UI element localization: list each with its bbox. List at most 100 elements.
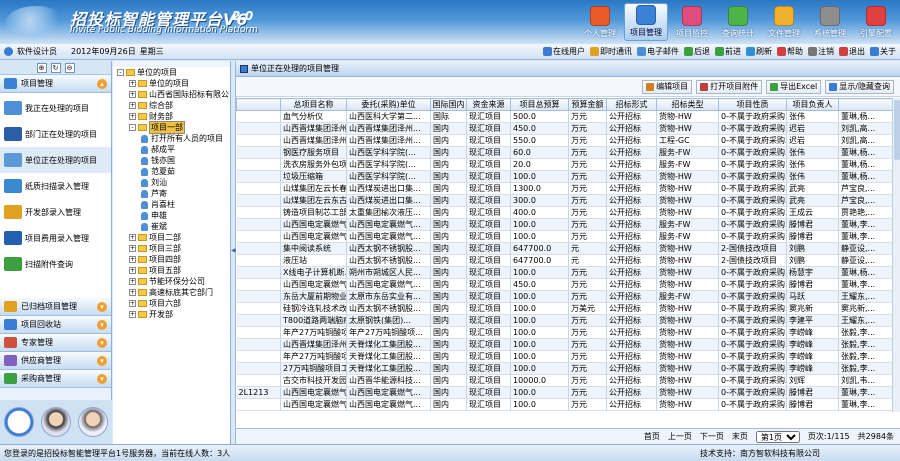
tree-node[interactable]: 打开所有人员的项目 [113,133,230,144]
expand-toggle-icon[interactable]: + [129,234,136,241]
tree-node[interactable]: 刘汕 [113,177,230,188]
table-row[interactable]: 液压站 山西太钢不锈钢股... 国内 现汇项目 647700.0 元公开招标 货物-HW 2-… [236,254,900,267]
nav-monitor[interactable]: 项目监控 [670,3,714,41]
table-row[interactable]: 山西国电定襄燃气...山西国电定襄燃气...国内现汇项目450.0万元公开招标货… [236,278,900,291]
collapse-icon[interactable]: ⊖ [64,62,75,73]
table-row[interactable]: 洗衣房服务外包项目山西医学科学院(...国内现汇项目20.0万元公开招标服务-F… [236,158,900,171]
menu-project-management[interactable]: 项目管理 ▴ [0,75,111,93]
tree-node[interactable]: + 高速标底其它部门 [113,287,230,298]
page-select[interactable]: 第1页 [755,430,800,443]
expand-toggle-icon[interactable]: + [129,289,136,296]
action-button[interactable]: 打开项目附件 [696,79,763,94]
tree-node[interactable]: - 项目一部 [113,121,230,134]
refresh-icon[interactable]: ↻ [50,62,61,73]
table-row[interactable]: T800道路两端脑瘤...太原钢铁(集团)...国内现汇项目100.0万元公开招… [236,314,900,327]
expand-toggle-icon[interactable]: + [129,102,136,109]
table-row[interactable]: 血气分析仪 山西医科大学第二... 国际 现汇项目 500.0 万元 公开招标 货物-HW 0-… [236,110,900,123]
tree-node[interactable]: + 项目四部 [113,254,230,265]
menu-item[interactable]: 供应商管理 ▾ [0,352,111,370]
sub-item[interactable]: 部门正在处理的项目 [0,121,111,147]
table-row[interactable]: 山煤集团左云长春...山西煤炭进出口集...国内现汇项目1300.0万元公开招标… [236,182,900,195]
menu-item[interactable]: 采购商管理 ▾ [0,370,111,388]
table-row[interactable]: 山煤集团左云东古...山西煤炭进出口集...国内现汇项目300.0万元公开招标货… [236,194,900,207]
quick-exit[interactable]: 退出 [837,46,867,57]
tree-node[interactable]: 申雄 [113,210,230,221]
expand-toggle-icon[interactable]: + [129,80,136,87]
column-header[interactable] [838,98,900,111]
expand-toggle-icon[interactable]: + [129,278,136,285]
column-header[interactable]: 预算金额 [568,98,607,111]
table-row[interactable]: 硅钢冷连轧技术改...山西太钢不锈钢股...国内现汇项目100.0万美元公开招标… [236,302,900,315]
tree-node[interactable]: 钱亦国 [113,155,230,166]
last-page-link[interactable]: 末页 [732,431,748,442]
action-button[interactable]: 显示/隐藏查询 [825,79,894,94]
quick-mail[interactable]: 电子邮件 [635,46,681,57]
table-row[interactable]: 集中阅读系统 山西太钢不锈钢股... 国内 现汇项目 647700.0 元公开招标 货物-H… [236,242,900,255]
table-row[interactable]: 山西国电定襄燃气...山西国电定襄燃气...国内现汇项目100.0万元公开招标货… [236,398,900,411]
quick-back[interactable]: 后退 [682,46,712,57]
vertical-scrollbar[interactable] [892,98,900,412]
quick-logout[interactable]: 注销 [806,46,836,57]
expand-toggle-icon[interactable]: + [129,300,136,307]
table-row[interactable]: 东岳大厦前期物业...太原市东岳实业有...国内现汇项目100.0万元公开招标服… [236,290,900,303]
table-row[interactable]: 年产27万吨铜酸项...天脊煤化工集团股...国内现汇项目100.0万元公开招标… [236,350,900,363]
tree-node[interactable]: + 项目二部 [113,232,230,243]
tree-node[interactable]: 郝成平 [113,144,230,155]
sub-item[interactable]: 纸质扫描录入管理 [0,173,111,199]
tree-node[interactable]: + 节能环保分公司 [113,276,230,287]
sub-item[interactable]: 单位正在处理的项目 [0,147,111,173]
table-row[interactable]: 古交市科技开发园...山西晋华能源科技...国内现汇项目10000.0万元公开招… [236,374,900,387]
expand-toggle-icon[interactable]: + [129,91,136,98]
table-row[interactable]: 山西晋煤集团泽州...山西晋煤集团泽州...国内现汇项目550.0万元公开招标工… [236,134,900,147]
sub-item[interactable]: 我正在处理的项目 [0,95,111,121]
table-row[interactable]: 垃圾压缩箱 山西医学科学院(... 国内 现汇项目 100.0 万元 公开招标 货物-HW 0-… [236,170,900,183]
next-page-link[interactable]: 下一页 [700,431,724,442]
nav-person[interactable]: 个人管理 [578,3,622,41]
column-header[interactable]: 招标形式 [606,98,657,111]
tree-node[interactable]: + 开发部 [113,309,230,320]
tree-node[interactable]: 肖喜柱 [113,199,230,210]
expand-toggle-icon[interactable]: + [129,256,136,263]
quick-users[interactable]: 在线用户 [541,46,587,57]
table-row[interactable]: 27万吨铜酸项目工...天脊煤化工集团股...国内现汇项目100.0万元公开招标… [236,362,900,375]
nav-tools[interactable]: 系统管理 [808,3,852,41]
menu-item[interactable]: 项目回收站 ▾ [0,316,111,334]
tree-node[interactable]: + 项目三部 [113,243,230,254]
tree-node[interactable]: + 项目六部 [113,298,230,309]
quick-refresh[interactable]: 刷新 [744,46,774,57]
tree-node[interactable]: + 综合部 [113,100,230,111]
sub-item[interactable]: 开发部录入管理 [0,199,111,225]
tree-node[interactable]: 崔斌 [113,221,230,232]
people-icon[interactable] [78,407,109,437]
table-row[interactable]: 铸造项目制芯工部...太重集团榆次液压...国内现汇项目400.0万元公开招标货… [236,206,900,219]
nav-project[interactable]: 项目管理 [624,3,668,41]
table-row[interactable]: 年产27万吨铜酸项...年产27万吨铜酸项...国内现汇项目100.0万元公开招… [236,326,900,339]
nav-folder[interactable]: 文件管理 [762,3,806,41]
column-header[interactable]: 项目性质 [718,98,787,111]
expand-toggle-icon[interactable]: - [129,124,136,131]
avatar-icon[interactable] [40,407,71,437]
nav-chart[interactable]: 查询统计 [716,3,760,41]
expand-toggle-icon[interactable]: + [129,113,136,120]
table-row[interactable]: 山西晋煤集团泽州...天脊煤化工集团股...国内现汇项目100.0万元公开招标货… [236,338,900,351]
column-header[interactable]: 总项目名称 [280,98,347,111]
tree-node[interactable]: 芦寄 [113,188,230,199]
column-header[interactable]: 资金来源 [466,98,511,111]
menu-item[interactable]: 专家管理 ▾ [0,334,111,352]
quick-help[interactable]: 帮助 [775,46,805,57]
first-page-link[interactable]: 首页 [644,431,660,442]
prev-page-link[interactable]: 上一页 [668,431,692,442]
column-header[interactable]: 国际国内 [430,98,467,111]
menu-item[interactable]: 已归档项目管理 ▾ [0,298,111,316]
column-header[interactable]: 项目负责人 [786,98,839,111]
table-row[interactable]: 山西晋煤集团泽州...山西晋煤集团泽州...国内现汇项目450.0万元公开招标货… [236,122,900,135]
column-header[interactable]: 委托(采购)单位 [346,98,431,111]
table-row[interactable]: 2L1213山西国电定襄燃气...山西国电定襄燃气...国内现汇项目100.0万… [236,386,900,399]
table-row[interactable]: 钢医疗服务项目 山西医学科学院(... 国内 现汇项目 60.0 万元 公开招标 服务-FW 0… [236,146,900,159]
table-row[interactable]: 山西国电定襄燃气...山西国电定襄燃气...国内现汇项目100.0万元公开招标服… [236,218,900,231]
action-button[interactable]: 导出Excel [766,79,822,94]
tree-node[interactable]: + 单位的项目 [113,78,230,89]
expand-icon[interactable]: ⊕ [36,62,47,73]
expand-toggle-icon[interactable]: - [117,69,124,76]
expand-toggle-icon[interactable]: + [129,267,136,274]
